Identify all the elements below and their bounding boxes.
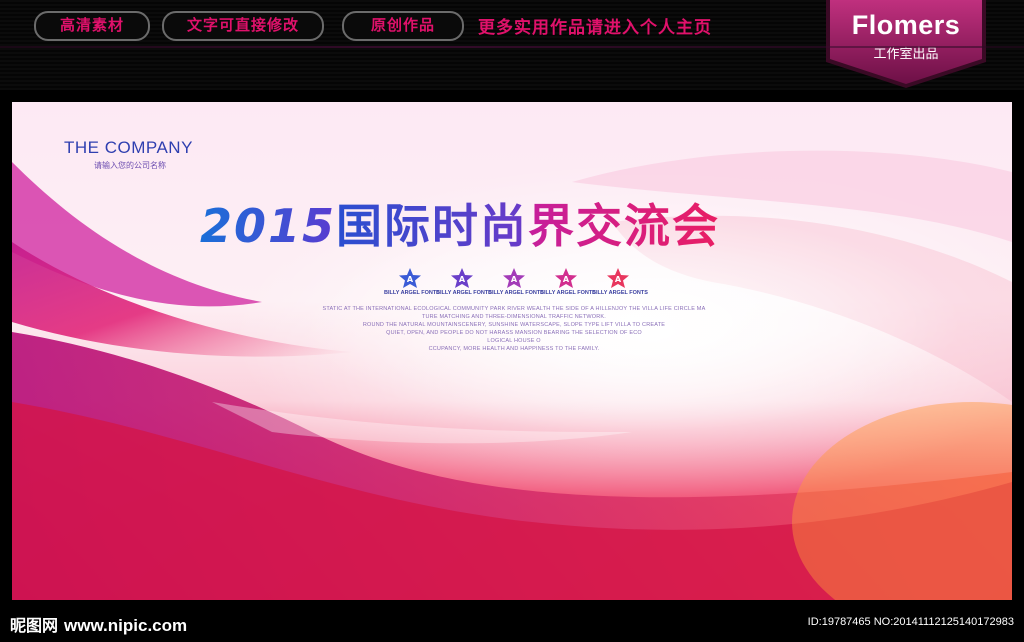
- star-badge: A BILLY ARGEL FONTS: [540, 268, 596, 296]
- fine-print: STATIC AT THE INTERNATIONAL ECOLOGICAL C…: [284, 305, 744, 353]
- site-watermark[interactable]: 昵图网 www.nipic.com: [10, 612, 187, 636]
- star-icon: A: [399, 268, 421, 288]
- star-icon: A: [503, 268, 525, 288]
- event-year: 2015: [200, 199, 337, 253]
- tag-hd-material[interactable]: 高清素材: [34, 11, 150, 41]
- brand-subtitle: 工作室出品: [873, 46, 939, 61]
- star-badge: A BILLY ARGEL FONTS: [384, 268, 440, 296]
- tag-editable-text[interactable]: 文字可直接修改: [162, 11, 324, 41]
- brand-name: Flomers: [851, 10, 961, 40]
- svg-text:A: A: [459, 275, 466, 284]
- star-icon: A: [555, 268, 577, 288]
- top-bar: 高清素材 文字可直接修改 原创作品 更多实用作品请进入个人主页 Flomers …: [0, 0, 1024, 90]
- svg-text:A: A: [563, 275, 570, 284]
- fine-print-line: TURE MATCHING AND THREE-DIMENSIONAL TRAF…: [421, 314, 607, 320]
- star-icon: A: [451, 268, 473, 288]
- tag-original-work[interactable]: 原创作品: [342, 11, 464, 41]
- company-name: THE COMPANY: [64, 138, 193, 157]
- event-title-part2: 界交流会: [528, 199, 721, 253]
- star-caption: BILLY ARGEL FONTS: [540, 290, 596, 296]
- fine-print-line: LOGICAL HOUSE O: [487, 338, 541, 344]
- fine-print-line: STATIC AT THE INTERNATIONAL ECOLOGICAL C…: [322, 306, 706, 312]
- event-title-part1: 国际时尚: [336, 199, 529, 253]
- star-caption: BILLY ARGEL FONTS: [384, 290, 440, 296]
- star-icon: A: [607, 268, 629, 288]
- brand-badge[interactable]: Flomers 工作室出品: [826, 0, 986, 88]
- fine-print-line: QUIET, OPEN, AND PEOPLE DO NOT HARASS MA…: [386, 330, 642, 336]
- star-caption: BILLY ARGEL FONTS: [436, 290, 492, 296]
- event-banner: THE COMPANY 请输入您的公司名称 2015国际时尚界交流会 A BIL…: [12, 102, 1012, 600]
- more-works-link[interactable]: 更多实用作品请进入个人主页: [478, 13, 712, 38]
- company-name-placeholder: 请输入您的公司名称: [94, 161, 166, 170]
- star-badge: A BILLY ARGEL FONTS: [488, 268, 544, 296]
- image-id: ID:19787465 NO:20141112125140172983: [807, 616, 1014, 628]
- svg-text:A: A: [615, 275, 622, 284]
- event-title: 2015国际时尚界交流会: [200, 190, 720, 256]
- site-url: www.nipic.com: [64, 616, 188, 635]
- svg-text:A: A: [407, 275, 414, 284]
- star-badge: A BILLY ARGEL FONTS: [592, 268, 648, 296]
- fine-print-line: ROUND THE NATURAL MOUNTAINSCENERY, SUNSH…: [362, 322, 666, 328]
- fine-print-line: CCUPANCY, MORE HEALTH AND HAPPINESS TO T…: [428, 346, 600, 352]
- star-caption: BILLY ARGEL FONTS: [592, 290, 648, 296]
- site-name: 昵图网: [10, 618, 59, 635]
- star-badges: A BILLY ARGEL FONTS A BILLY ARGEL FONTS …: [384, 268, 648, 308]
- star-badge: A BILLY ARGEL FONTS: [436, 268, 492, 296]
- star-caption: BILLY ARGEL FONTS: [488, 290, 544, 296]
- svg-text:A: A: [511, 275, 518, 284]
